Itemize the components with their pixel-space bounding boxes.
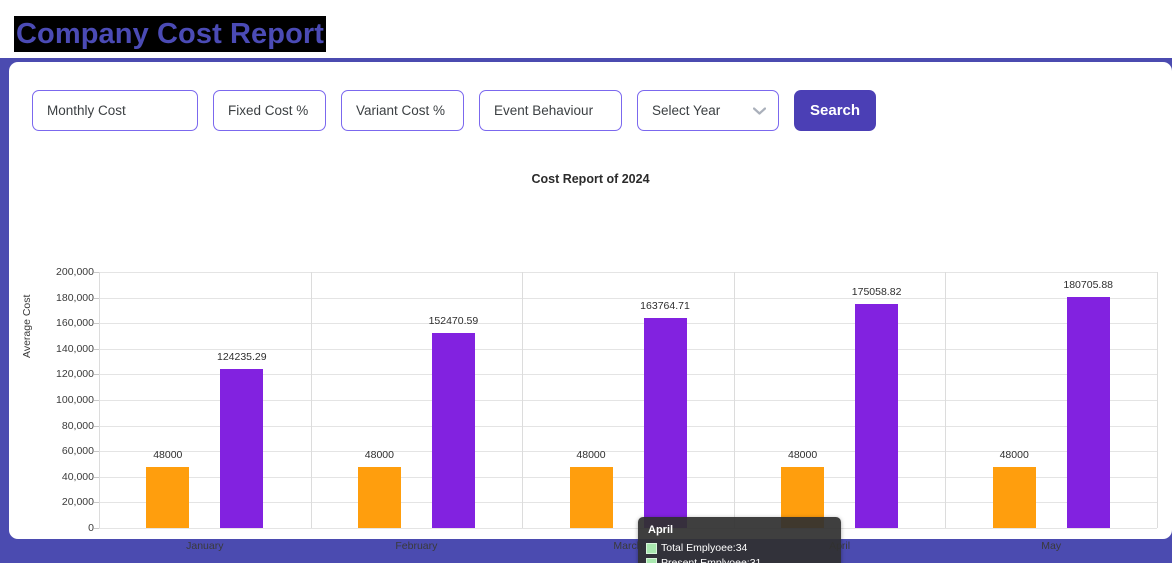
bar-value-label: 163764.71 [640,300,690,313]
y-axis-tick: 200,000 [56,266,94,278]
bar-february-fixed-cost[interactable] [357,466,401,528]
gridline [99,323,1157,325]
y-axis-tick: 0 [88,522,94,534]
event-behaviour-input[interactable]: Event Behaviour [479,90,622,131]
tooltip-row: Total Emplyoee:34 [646,541,833,556]
y-axis-tick: 160,000 [56,317,94,330]
chart-title: Cost Report of 2024 [531,172,650,186]
app-root: Company Cost Report Monthly Cost Fixed C… [0,0,1172,563]
chevron-down-icon [753,106,766,115]
bar-value-label: 48000 [787,448,818,461]
y-axis-tick: 20,000 [61,496,94,509]
y-axis-tick: 120,000 [56,368,94,381]
event-behaviour-input-text: Event Behaviour [494,103,594,118]
variant-cost-input[interactable]: Variant Cost % [341,90,464,131]
category-separator [1157,272,1158,528]
page-title: Company Cost Report [14,16,327,52]
y-axis-tick: 40,000 [61,470,94,483]
tooltip-row-text: Present Emplyoee:31 [661,557,762,563]
gridline [99,297,1157,299]
bar-march-variant-cost[interactable] [643,318,687,528]
x-axis-tick-may: May [1041,540,1062,552]
fixed-cost-input[interactable]: Fixed Cost % [213,90,326,131]
bar-value-label: 48000 [999,448,1029,461]
bar-value-label: 180705.88 [1063,278,1114,291]
y-axis-tick: 80,000 [61,419,94,432]
x-axis-tick-february: February [395,540,438,552]
gridline [99,528,1157,529]
y-axis-tick: 100,000 [56,394,94,406]
bar-value-label: 175058.82 [851,285,902,298]
tooltip-rows: Total Emplyoee:34Present Emplyoee:31Fixe… [646,541,833,563]
cost-chart: Cost Report of 2024 Average Cost 0 20,000… [9,162,1172,563]
category-separator [522,272,524,528]
tooltip-row: Present Emplyoee:31 [646,556,833,563]
gridline [99,348,1157,350]
x-axis-tick-january: January [186,540,224,552]
category-separator [733,272,735,528]
search-button[interactable]: Search [794,90,877,131]
bar-january-fixed-cost[interactable] [146,466,190,528]
filter-bar: Monthly Cost Fixed Cost % Variant Cost %… [32,90,877,131]
y-axis-tick-mark [94,528,99,529]
bar-may-fixed-cost[interactable] [992,466,1036,528]
chart-tooltip: April Total Emplyoee:34 Present Emplyoee:… [638,517,841,563]
bar-january-variant-cost[interactable] [220,368,264,528]
bar-value-label: 152470.59 [428,314,479,327]
variant-cost-input-text: Variant Cost % [356,103,446,118]
fixed-cost-input-text: Fixed Cost % [228,103,309,118]
bar-february-variant-cost[interactable] [431,332,475,528]
plot-area: 0 20,000 40,000 60,000 80,000 100,000 120,000 1… [56,266,1158,552]
select-year-label: Select Year [652,103,721,118]
bar-value-label: 48000 [576,448,606,461]
category-separator [99,272,100,528]
tooltip-title: April [648,524,674,536]
tooltip-swatch-icon [646,543,657,554]
bar-value-label: 48000 [364,448,394,461]
tooltip-swatch-icon [646,558,657,563]
bar-value-label: 48000 [153,448,183,461]
page-header: Company Cost Report [0,0,1172,58]
tooltip-row-text: Total Emplyoee:34 [661,542,748,554]
page-frame: Monthly Cost Fixed Cost % Variant Cost %… [0,58,1172,563]
y-axis-tick: 180,000 [56,291,94,304]
gridline [99,272,1157,273]
report-card: Monthly Cost Fixed Cost % Variant Cost %… [9,62,1172,563]
monthly-cost-input-text: Monthly Cost [47,103,126,118]
y-axis-tick: 140,000 [56,342,94,355]
y-axis-tick: 60,000 [61,445,94,458]
monthly-cost-input[interactable]: Monthly Cost [32,90,198,131]
bar-value-label: 124235.29 [216,350,267,363]
bar-may-variant-cost[interactable] [1066,296,1110,528]
select-year-dropdown[interactable]: Select Year [637,90,779,131]
category-separator [945,272,947,528]
category-separator [310,272,312,528]
bar-march-fixed-cost[interactable] [569,466,613,528]
bar-april-variant-cost[interactable] [855,303,899,528]
